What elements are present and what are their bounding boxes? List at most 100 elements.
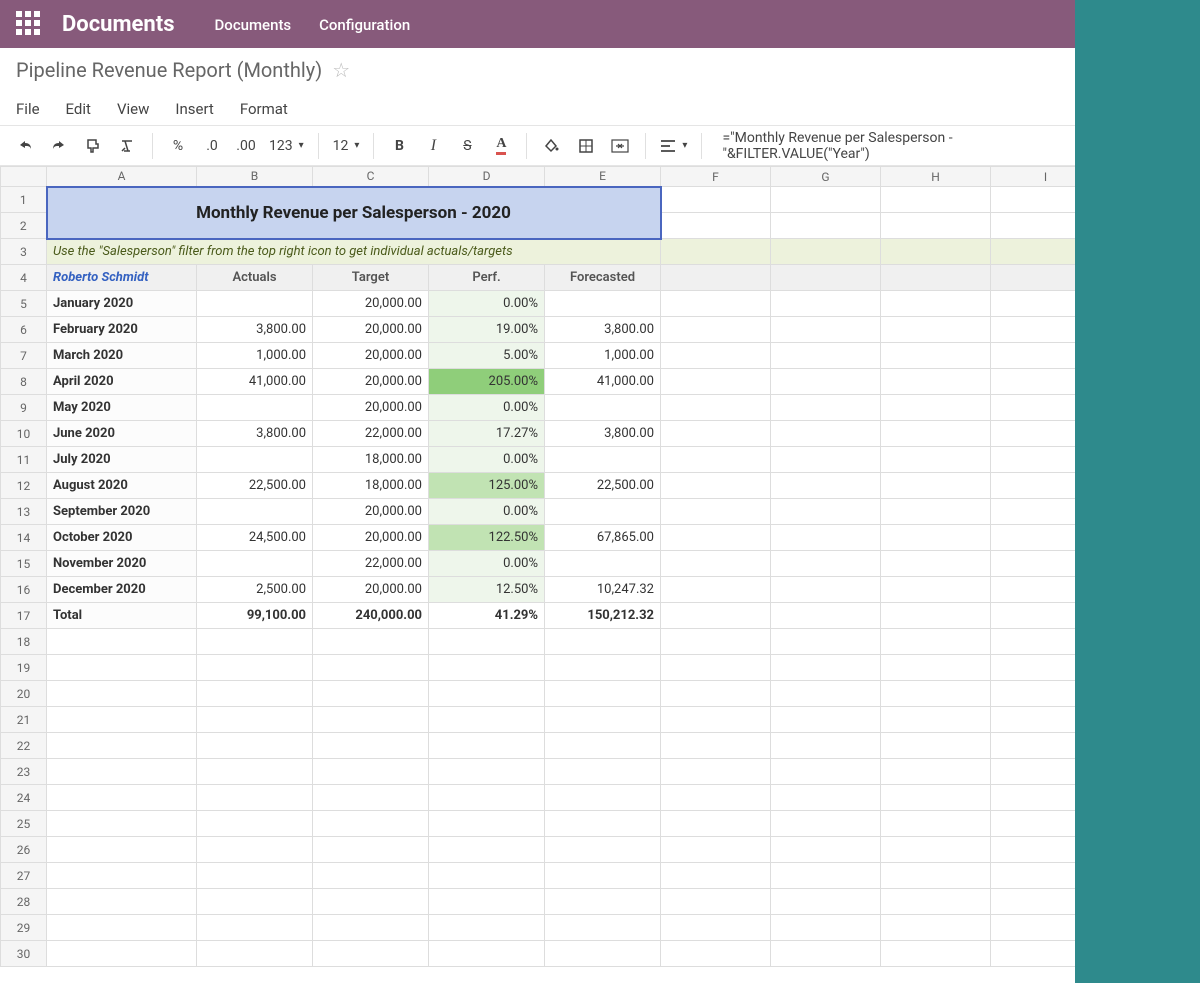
target-cell[interactable]: 22,000.00 [313, 421, 429, 447]
row-header[interactable]: 21 [1, 707, 47, 733]
merge-cells-icon[interactable] [605, 132, 635, 160]
perf-cell[interactable]: 0.00% [429, 291, 545, 317]
sheet-title-cell[interactable]: Monthly Revenue per Salesperson - 2020 [47, 187, 661, 239]
row-header[interactable]: 7 [1, 343, 47, 369]
percent-format[interactable]: % [163, 132, 193, 160]
decimal-decrease[interactable]: .0 [197, 132, 227, 160]
menu-file[interactable]: File [16, 100, 40, 118]
month-cell[interactable]: February 2020 [47, 317, 197, 343]
font-size-select[interactable]: 12▾ [329, 132, 364, 160]
header-forecasted[interactable]: Forecasted [545, 265, 661, 291]
col-A[interactable]: A [47, 167, 197, 187]
month-cell[interactable]: June 2020 [47, 421, 197, 447]
row-header[interactable]: 13 [1, 499, 47, 525]
perf-cell[interactable]: 125.00% [429, 473, 545, 499]
row-header[interactable]: 9 [1, 395, 47, 421]
row-header[interactable]: 24 [1, 785, 47, 811]
row-header[interactable]: 12 [1, 473, 47, 499]
forecast-cell[interactable]: 1,000.00 [545, 343, 661, 369]
month-cell[interactable]: September 2020 [47, 499, 197, 525]
row-header[interactable]: 27 [1, 863, 47, 889]
target-cell[interactable]: 22,000.00 [313, 551, 429, 577]
row-header[interactable]: 29 [1, 915, 47, 941]
target-cell[interactable]: 20,000.00 [313, 317, 429, 343]
total-actuals[interactable]: 99,100.00 [197, 603, 313, 629]
month-cell[interactable]: August 2020 [47, 473, 197, 499]
row-header[interactable]: 20 [1, 681, 47, 707]
header-actuals[interactable]: Actuals [197, 265, 313, 291]
perf-cell[interactable]: 0.00% [429, 395, 545, 421]
nav-documents[interactable]: Documents [215, 16, 292, 34]
forecast-cell[interactable]: 3,800.00 [545, 317, 661, 343]
row-header[interactable]: 17 [1, 603, 47, 629]
paint-format-icon[interactable] [78, 132, 108, 160]
target-cell[interactable]: 20,000.00 [313, 291, 429, 317]
row-header[interactable]: 26 [1, 837, 47, 863]
target-cell[interactable]: 20,000.00 [313, 343, 429, 369]
apps-icon[interactable] [16, 11, 42, 37]
col-G[interactable]: G [771, 167, 881, 187]
forecast-cell[interactable] [545, 395, 661, 421]
forecast-cell[interactable] [545, 499, 661, 525]
row-header[interactable]: 11 [1, 447, 47, 473]
actuals-cell[interactable]: 24,500.00 [197, 525, 313, 551]
perf-cell[interactable]: 19.00% [429, 317, 545, 343]
month-cell[interactable]: July 2020 [47, 447, 197, 473]
help-text-cell[interactable]: Use the "Salesperson" filter from the to… [47, 239, 661, 265]
app-brand[interactable]: Documents [62, 12, 175, 37]
borders-icon[interactable] [571, 132, 601, 160]
target-cell[interactable]: 20,000.00 [313, 369, 429, 395]
col-F[interactable]: F [661, 167, 771, 187]
col-C[interactable]: C [313, 167, 429, 187]
actuals-cell[interactable] [197, 291, 313, 317]
total-target[interactable]: 240,000.00 [313, 603, 429, 629]
doc-title[interactable]: Pipeline Revenue Report (Monthly) [16, 58, 322, 82]
forecast-cell[interactable] [545, 291, 661, 317]
perf-cell[interactable]: 0.00% [429, 551, 545, 577]
row-header[interactable]: 28 [1, 889, 47, 915]
row-header[interactable]: 30 [1, 941, 47, 967]
col-E[interactable]: E [545, 167, 661, 187]
decimal-increase[interactable]: .00 [231, 132, 261, 160]
forecast-cell[interactable]: 10,247.32 [545, 577, 661, 603]
target-cell[interactable]: 20,000.00 [313, 499, 429, 525]
fill-color-icon[interactable] [537, 132, 567, 160]
row-header[interactable]: 18 [1, 629, 47, 655]
col-I[interactable]: I [991, 167, 1076, 187]
row-header[interactable]: 6 [1, 317, 47, 343]
header-perf[interactable]: Perf. [429, 265, 545, 291]
forecast-cell[interactable] [545, 447, 661, 473]
total-label-cell[interactable]: Total [47, 603, 197, 629]
perf-cell[interactable]: 5.00% [429, 343, 545, 369]
actuals-cell[interactable]: 22,500.00 [197, 473, 313, 499]
total-perf[interactable]: 41.29% [429, 603, 545, 629]
month-cell[interactable]: May 2020 [47, 395, 197, 421]
bold-button[interactable]: B [384, 132, 414, 160]
nav-configuration[interactable]: Configuration [319, 16, 410, 34]
row-header[interactable]: 3 [1, 239, 47, 265]
perf-cell[interactable]: 17.27% [429, 421, 545, 447]
target-cell[interactable]: 18,000.00 [313, 447, 429, 473]
month-cell[interactable]: October 2020 [47, 525, 197, 551]
row-header[interactable]: 15 [1, 551, 47, 577]
col-D[interactable]: D [429, 167, 545, 187]
clear-format-icon[interactable] [112, 132, 142, 160]
text-color-icon[interactable]: A [486, 132, 516, 160]
align-icon[interactable]: ▾ [656, 132, 691, 160]
favorite-star-icon[interactable]: ☆ [332, 58, 350, 82]
menu-view[interactable]: View [117, 100, 149, 118]
perf-cell[interactable]: 0.00% [429, 499, 545, 525]
number-format[interactable]: 123▾ [265, 132, 308, 160]
row-header[interactable]: 16 [1, 577, 47, 603]
target-cell[interactable]: 20,000.00 [313, 525, 429, 551]
row-header[interactable]: 14 [1, 525, 47, 551]
redo-icon[interactable] [44, 132, 74, 160]
undo-icon[interactable] [10, 132, 40, 160]
forecast-cell[interactable]: 67,865.00 [545, 525, 661, 551]
forecast-cell[interactable]: 22,500.00 [545, 473, 661, 499]
row-header[interactable]: 23 [1, 759, 47, 785]
col-H[interactable]: H [881, 167, 991, 187]
actuals-cell[interactable]: 3,800.00 [197, 421, 313, 447]
strike-button[interactable]: S [452, 132, 482, 160]
actuals-cell[interactable]: 41,000.00 [197, 369, 313, 395]
